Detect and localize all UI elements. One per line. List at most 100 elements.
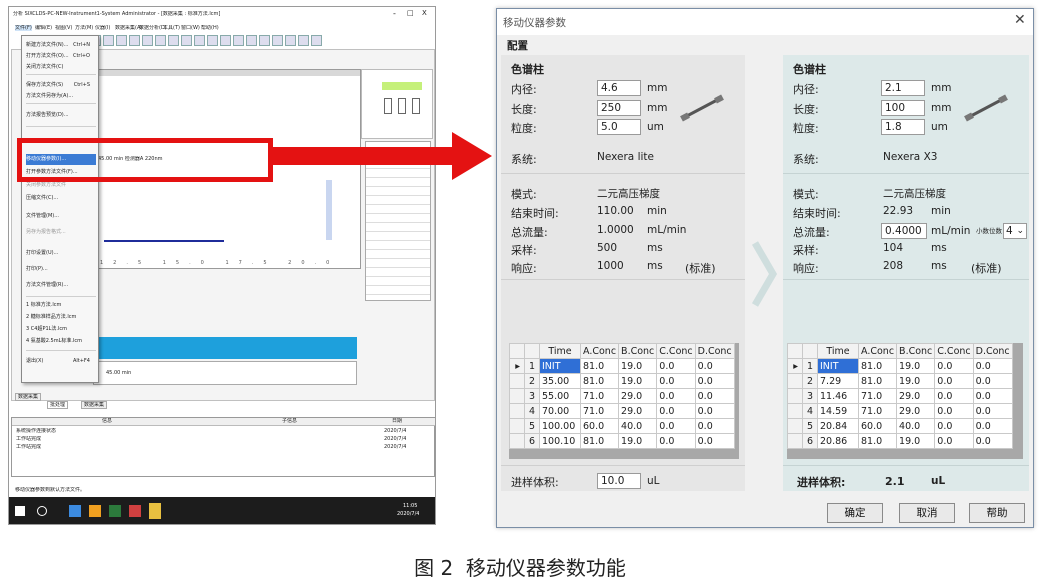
cell[interactable]: 0.0 bbox=[656, 358, 696, 374]
table-row[interactable]: 5 20.84 60.0 40.0 0.0 0.0 bbox=[787, 418, 1013, 434]
cell[interactable]: 81.0 bbox=[857, 358, 898, 374]
cell[interactable]: 40.0 bbox=[618, 418, 658, 434]
cell[interactable]: 0.0 bbox=[972, 403, 1013, 419]
taskbar-app-icon[interactable] bbox=[89, 505, 101, 517]
table-row[interactable]: 2 7.29 81.0 19.0 0.0 0.0 bbox=[787, 373, 1013, 389]
cell[interactable]: 20.84 bbox=[817, 418, 859, 434]
cell[interactable]: 71.0 bbox=[579, 403, 620, 419]
cell[interactable]: 0.0 bbox=[934, 403, 974, 419]
menu-view[interactable]: 视图(V) bbox=[55, 25, 72, 31]
toolbar-icon[interactable] bbox=[298, 35, 309, 46]
table-row[interactable]: 4 70.00 71.0 29.0 0.0 0.0 bbox=[509, 403, 735, 419]
cell[interactable]: 19.0 bbox=[896, 358, 936, 374]
toolbar-icon[interactable] bbox=[207, 35, 218, 46]
toolbar-icon[interactable] bbox=[116, 35, 127, 46]
menu-item-print[interactable]: 打印(P)... bbox=[26, 264, 96, 275]
menu-item-recent-2[interactable]: 2 糖标准样品方法.lcm bbox=[26, 312, 96, 323]
toolbar-icon[interactable] bbox=[246, 35, 257, 46]
scrollbar[interactable] bbox=[326, 180, 332, 240]
menu-item-recent-3[interactable]: 3 C4超P1L法.lcm bbox=[26, 324, 96, 335]
table-row[interactable]: 2 35.00 81.0 19.0 0.0 0.0 bbox=[509, 373, 735, 389]
cell[interactable]: 71.0 bbox=[857, 403, 898, 419]
cell[interactable]: 0.0 bbox=[656, 403, 696, 419]
cell[interactable]: 0.0 bbox=[934, 418, 974, 434]
cell[interactable]: 0.0 bbox=[694, 403, 735, 419]
cell[interactable]: INIT bbox=[539, 358, 581, 374]
tab-data-acquisition[interactable]: 数据采集 bbox=[15, 393, 42, 401]
menu-item-close-method[interactable]: 关闭方法文件(C) bbox=[26, 62, 96, 73]
menu-item-recent-4[interactable]: 4 氨基酸2.5mL标准.lcm bbox=[26, 336, 96, 347]
cell[interactable]: 55.00 bbox=[539, 388, 581, 404]
cell[interactable]: 100.00 bbox=[539, 418, 581, 434]
menu-item-method-report[interactable]: 方法报告预览(D)... bbox=[26, 110, 96, 121]
cell[interactable]: 0.0 bbox=[694, 418, 735, 434]
cell[interactable]: 19.0 bbox=[896, 373, 936, 389]
menu-item-file-manager[interactable]: 文件管理(M)... bbox=[26, 211, 96, 222]
toolbar-icon[interactable] bbox=[311, 35, 322, 46]
particle-input[interactable]: 5.0 bbox=[597, 119, 641, 135]
cell[interactable]: 29.0 bbox=[618, 388, 658, 404]
cell[interactable]: 60.0 bbox=[857, 418, 898, 434]
cell[interactable]: 0.0 bbox=[656, 418, 696, 434]
table-row[interactable]: 5 100.00 60.0 40.0 0.0 0.0 bbox=[509, 418, 735, 434]
toolbar-icon[interactable] bbox=[103, 35, 114, 46]
cell[interactable]: 19.0 bbox=[618, 358, 658, 374]
toolbar-icon[interactable] bbox=[194, 35, 205, 46]
cell[interactable]: 0.0 bbox=[694, 388, 735, 404]
cell[interactable]: 35.00 bbox=[539, 373, 581, 389]
taskbar-app-icon[interactable] bbox=[149, 503, 161, 519]
maximize-button[interactable]: □ bbox=[407, 9, 414, 17]
help-button[interactable]: 帮助 bbox=[969, 503, 1025, 523]
taskbar-app-icon[interactable] bbox=[69, 505, 81, 517]
menu-item-save-report-format[interactable]: 另存为报告格式... bbox=[26, 227, 96, 238]
cell[interactable]: 0.0 bbox=[972, 388, 1013, 404]
toolbar-icon[interactable] bbox=[181, 35, 192, 46]
cell[interactable]: 0.0 bbox=[694, 433, 735, 449]
toolbar-icon[interactable] bbox=[220, 35, 231, 46]
cell[interactable]: 0.0 bbox=[972, 373, 1013, 389]
menu-item-save-method[interactable]: 保存方法文件(S) Ctrl+S bbox=[26, 80, 96, 91]
cell[interactable]: 0.0 bbox=[934, 388, 974, 404]
cell[interactable]: 0.0 bbox=[934, 358, 974, 374]
cell[interactable]: 60.0 bbox=[579, 418, 620, 434]
cell[interactable]: 100.10 bbox=[539, 433, 581, 449]
cell[interactable]: 29.0 bbox=[618, 403, 658, 419]
tab-batch[interactable]: 批处理 bbox=[47, 401, 69, 409]
menu-item-recent-1[interactable]: 1 标准方法.lcm bbox=[26, 300, 96, 311]
cell[interactable]: 0.0 bbox=[656, 373, 696, 389]
cell[interactable]: 70.00 bbox=[539, 403, 581, 419]
flow-input[interactable]: 0.4000 bbox=[881, 223, 927, 239]
cell[interactable]: 0.0 bbox=[972, 433, 1013, 449]
toolbar-icon[interactable] bbox=[142, 35, 153, 46]
menu-item-print-setup[interactable]: 打印设置(U)... bbox=[26, 248, 96, 259]
cell[interactable]: 81.0 bbox=[579, 358, 620, 374]
cell[interactable]: 0.0 bbox=[656, 433, 696, 449]
inject-input[interactable]: 10.0 bbox=[597, 473, 641, 489]
cell[interactable]: 81.0 bbox=[579, 373, 620, 389]
taskbar-app-icon[interactable] bbox=[129, 505, 141, 517]
close-button[interactable]: X bbox=[422, 9, 427, 17]
cell[interactable]: 0.0 bbox=[972, 418, 1013, 434]
cell[interactable]: 19.0 bbox=[896, 433, 936, 449]
table-row[interactable]: 6 100.10 81.0 19.0 0.0 0.0 bbox=[509, 433, 735, 449]
menu-item-open-method[interactable]: 打开方法文件(O)... Ctrl+O bbox=[26, 51, 96, 62]
id-input[interactable]: 4.6 bbox=[597, 80, 641, 96]
menu-instrument[interactable]: 仪器(I) bbox=[95, 25, 110, 31]
menu-tools[interactable]: 工具(T) bbox=[163, 25, 180, 31]
taskbar-app-icon[interactable] bbox=[109, 505, 121, 517]
toolbar-icon[interactable] bbox=[129, 35, 140, 46]
cell[interactable]: 19.0 bbox=[618, 373, 658, 389]
cancel-button[interactable]: 取消 bbox=[899, 503, 955, 523]
menu-help[interactable]: 帮助(H) bbox=[201, 25, 219, 31]
menu-item-save-as[interactable]: 方法文件另存为(A)... bbox=[26, 91, 96, 102]
toolbar-icon[interactable] bbox=[168, 35, 179, 46]
cell[interactable]: 7.29 bbox=[817, 373, 859, 389]
cell[interactable]: INIT bbox=[817, 358, 859, 374]
toolbar-icon[interactable] bbox=[272, 35, 283, 46]
cell[interactable]: 29.0 bbox=[896, 388, 936, 404]
table-row[interactable]: 3 11.46 71.0 29.0 0.0 0.0 bbox=[787, 388, 1013, 404]
table-row[interactable]: 3 55.00 71.0 29.0 0.0 0.0 bbox=[509, 388, 735, 404]
cell[interactable]: 11.46 bbox=[817, 388, 859, 404]
cell[interactable]: 29.0 bbox=[896, 403, 936, 419]
menu-method[interactable]: 方法(M) bbox=[75, 25, 93, 31]
